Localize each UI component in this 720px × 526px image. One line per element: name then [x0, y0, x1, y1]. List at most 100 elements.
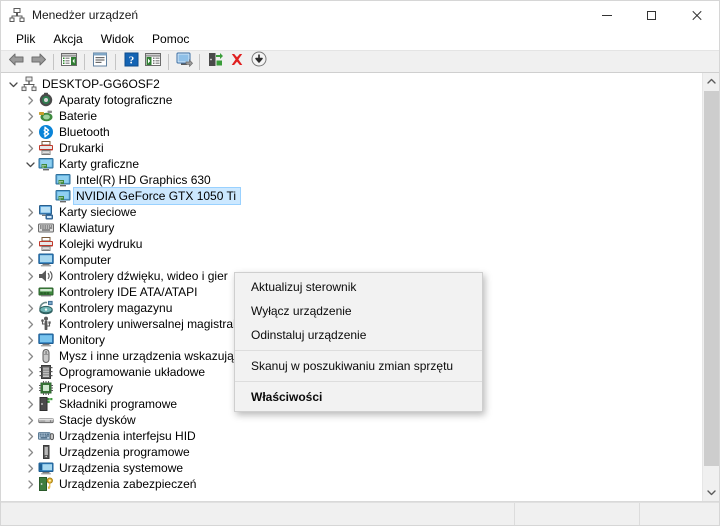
chevron-right-icon[interactable] — [22, 268, 38, 284]
chevron-right-icon[interactable] — [22, 348, 38, 364]
minimize-button[interactable] — [584, 1, 629, 29]
tree-node-aparaty-fotograficzne[interactable]: Aparaty fotograficzne — [1, 92, 701, 108]
chevron-right-icon[interactable] — [22, 124, 38, 140]
tree-indent-spacer — [39, 172, 55, 188]
tree-node-karty-graficzne[interactable]: Karty graficzne — [1, 156, 701, 172]
chevron-right-icon[interactable] — [22, 460, 38, 476]
tree-node-label: Komputer — [59, 252, 115, 268]
tree-node-urz-dzenia-programowe[interactable]: Urządzenia programowe — [1, 444, 701, 460]
chevron-right-icon[interactable] — [22, 220, 38, 236]
hid-device-icon — [38, 428, 54, 444]
display-adapter-icon — [55, 188, 71, 204]
context-menu-separator — [235, 350, 482, 351]
chevron-right-icon[interactable] — [22, 108, 38, 124]
maximize-icon — [647, 11, 656, 20]
tree-node-bluetooth[interactable]: Bluetooth — [1, 124, 701, 140]
chevron-right-icon[interactable] — [22, 316, 38, 332]
context-menu-item-wy-cz-urz-dzenie[interactable]: Wyłącz urządzenie — [235, 299, 482, 323]
context-menu-separator — [235, 381, 482, 382]
chevron-right-icon[interactable] — [22, 236, 38, 252]
tree-node-kolejki-wydruku[interactable]: Kolejki wydruku — [1, 236, 701, 252]
close-icon — [691, 10, 702, 21]
tree-node-baterie[interactable]: Baterie — [1, 108, 701, 124]
minimize-icon — [602, 15, 612, 16]
show-hide-console-tree-icon — [61, 52, 77, 72]
tree-node-drukarki[interactable]: Drukarki — [1, 140, 701, 156]
device-manager-window: Menedżer urządzeń Plik Akcja Widok Pomoc — [0, 0, 720, 526]
toolbar: ? — [1, 50, 719, 73]
scroll-down-arrow-icon[interactable] — [703, 484, 719, 501]
chevron-right-icon[interactable] — [22, 364, 38, 380]
back-button[interactable] — [5, 51, 27, 72]
tree-node-label: Kontrolery IDE ATA/ATAPI — [59, 284, 202, 300]
properties-button[interactable] — [89, 51, 111, 72]
forward-arrow-icon — [30, 52, 47, 72]
tree-node-urz-dzenia-interfejsu-hid[interactable]: Urządzenia interfejsu HID — [1, 428, 701, 444]
back-arrow-icon — [8, 52, 25, 72]
vertical-scrollbar[interactable] — [702, 73, 719, 501]
context-menu-item-aktualizuj-sterownik[interactable]: Aktualizuj sterownik — [235, 275, 482, 299]
network-adapter-icon — [38, 204, 54, 220]
tree-node-nvidia-geforce-gtx-1050-ti[interactable]: NVIDIA GeForce GTX 1050 Ti — [1, 188, 701, 204]
disable-device-icon — [251, 51, 267, 72]
chevron-right-icon[interactable] — [22, 428, 38, 444]
chevron-right-icon[interactable] — [22, 92, 38, 108]
chevron-right-icon[interactable] — [22, 476, 38, 492]
toolbar-separator-1 — [53, 54, 54, 70]
context-menu-item-skanuj-w-poszukiwaniu-zmian-sprz-tu[interactable]: Skanuj w poszukiwaniu zmian sprzętu — [235, 354, 482, 378]
menu-view[interactable]: Widok — [92, 30, 143, 49]
scroll-up-arrow-icon[interactable] — [703, 73, 719, 90]
show-hide-action-pane-button[interactable] — [142, 51, 164, 72]
tree-node-stacje-dysk-w[interactable]: Stacje dysków — [1, 412, 701, 428]
firmware-icon — [38, 364, 54, 380]
tree-node-label: Karty graficzne — [59, 156, 143, 172]
title-bar: Menedżer urządzeń — [1, 1, 719, 29]
chevron-right-icon[interactable] — [22, 300, 38, 316]
chevron-right-icon[interactable] — [22, 140, 38, 156]
scan-hardware-changes-button[interactable] — [173, 51, 195, 72]
close-button[interactable] — [674, 1, 719, 29]
camera-icon — [38, 92, 54, 108]
window-controls — [584, 1, 719, 29]
chevron-down-icon[interactable] — [22, 156, 38, 172]
tree-node-intel-r-hd-graphics-630[interactable]: Intel(R) HD Graphics 630 — [1, 172, 701, 188]
scrollbar-thumb[interactable] — [704, 91, 719, 466]
disable-device-button[interactable] — [248, 51, 270, 72]
tree-node-label: Urządzenia programowe — [59, 444, 194, 460]
disk-drive-icon — [38, 412, 54, 428]
chevron-right-icon[interactable] — [22, 396, 38, 412]
forward-button[interactable] — [27, 51, 49, 72]
menu-help[interactable]: Pomoc — [143, 30, 198, 49]
chevron-right-icon[interactable] — [22, 444, 38, 460]
help-button[interactable]: ? — [120, 51, 142, 72]
tree-node-label: Urządzenia systemowe — [59, 460, 187, 476]
tree-node-komputer[interactable]: Komputer — [1, 252, 701, 268]
chevron-right-icon[interactable] — [22, 204, 38, 220]
chevron-right-icon[interactable] — [22, 380, 38, 396]
battery-icon — [38, 108, 54, 124]
uninstall-device-button[interactable] — [226, 51, 248, 72]
tree-node-klawiatury[interactable]: Klawiatury — [1, 220, 701, 236]
show-hide-console-tree-button[interactable] — [58, 51, 80, 72]
computer-icon — [38, 252, 54, 268]
menu-action[interactable]: Akcja — [44, 30, 91, 49]
system-device-icon — [38, 460, 54, 476]
tree-node-urz-dzenia-zabezpiecze[interactable]: Urządzenia zabezpieczeń — [1, 476, 701, 492]
menu-file[interactable]: Plik — [7, 30, 44, 49]
tree-node-label: Procesory — [59, 380, 117, 396]
chevron-right-icon[interactable] — [22, 332, 38, 348]
context-menu-item-w-a-ciwo-ci[interactable]: Właściwości — [235, 385, 482, 409]
tree-node-karty-sieciowe[interactable]: Karty sieciowe — [1, 204, 701, 220]
update-driver-button[interactable] — [204, 51, 226, 72]
chevron-right-icon[interactable] — [22, 412, 38, 428]
maximize-button[interactable] — [629, 1, 674, 29]
chevron-right-icon[interactable] — [22, 284, 38, 300]
chevron-down-icon[interactable] — [5, 76, 21, 92]
tree-node-urz-dzenia-systemowe[interactable]: Urządzenia systemowe — [1, 460, 701, 476]
tree-node-label: Urządzenia interfejsu HID — [59, 428, 200, 444]
monitor-icon — [38, 332, 54, 348]
context-menu-item-odinstaluj-urz-dzenie[interactable]: Odinstaluj urządzenie — [235, 323, 482, 347]
chevron-right-icon[interactable] — [22, 252, 38, 268]
tree-node-root[interactable]: DESKTOP-GG6OSF2 — [1, 76, 701, 92]
tree-node-label: Karty sieciowe — [59, 204, 140, 220]
